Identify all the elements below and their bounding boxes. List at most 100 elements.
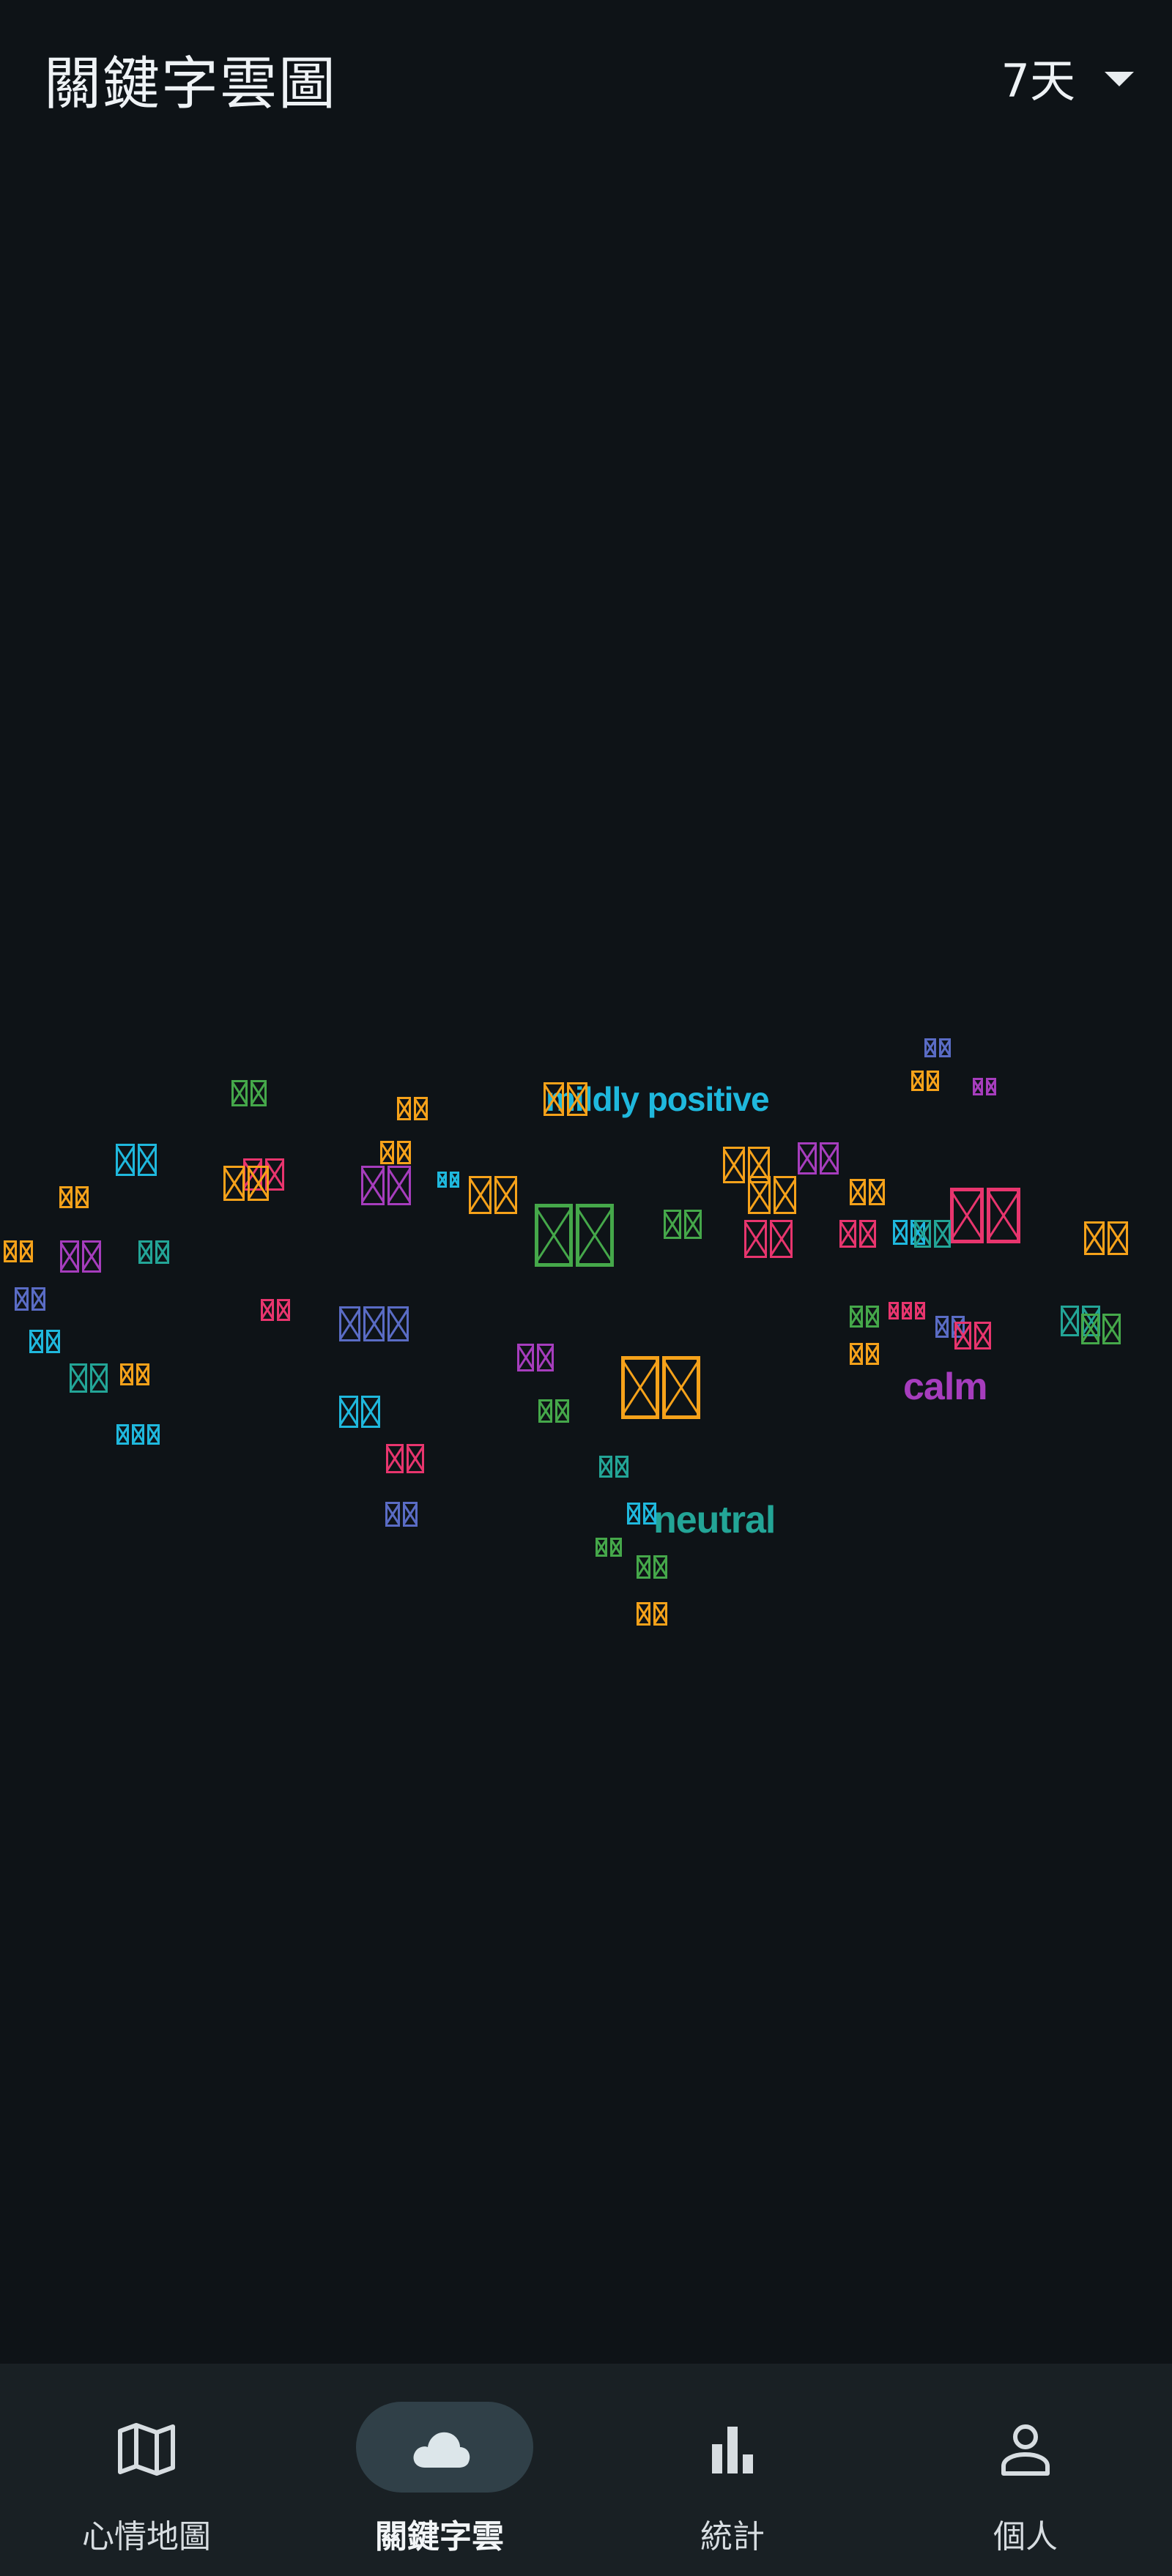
keyword-44[interactable] — [517, 1344, 554, 1371]
keyword-28[interactable] — [1084, 1221, 1128, 1255]
keyword-2[interactable]: calm — [903, 1368, 988, 1406]
keyword-glyph — [147, 1424, 160, 1445]
nav-item-profile[interactable]: 個人 — [879, 2364, 1172, 2576]
keyword-glyph — [75, 1186, 89, 1208]
nav-label: 關鍵字雲 — [375, 2518, 504, 2555]
keyword-43[interactable] — [120, 1363, 149, 1385]
cloud-icon — [413, 2432, 470, 2468]
keyword-8[interactable] — [116, 1144, 157, 1176]
keyword-glyph — [116, 1144, 135, 1176]
keyword-glyph — [4, 1240, 17, 1262]
keyword-glyph — [893, 1220, 908, 1245]
keyword-glyph — [915, 1302, 925, 1319]
keyword-glyph — [596, 1538, 607, 1557]
keyword-11[interactable] — [380, 1141, 411, 1164]
keyword-glyph — [31, 1287, 45, 1311]
keyword-glyph — [138, 1144, 157, 1176]
keyword-glyph — [850, 1179, 866, 1205]
keyword-glyph — [850, 1343, 863, 1365]
keyword-55[interactable] — [637, 1555, 667, 1579]
keyword-glyph — [599, 1456, 612, 1478]
keyword-32[interactable] — [4, 1240, 33, 1262]
keyword-10[interactable] — [397, 1097, 428, 1120]
nav-item-keyword-cloud[interactable]: 關鍵字雲 — [293, 2364, 586, 2576]
keyword-4[interactable] — [911, 1071, 939, 1091]
keyword-52[interactable] — [627, 1503, 656, 1525]
keyword-29[interactable] — [839, 1220, 876, 1248]
keyword-20[interactable] — [469, 1176, 517, 1214]
keyword-glyph — [387, 1166, 411, 1205]
keyword-7[interactable] — [231, 1080, 267, 1106]
keyword-46[interactable] — [850, 1343, 879, 1365]
keyword-19[interactable] — [361, 1166, 411, 1205]
keyword-glyph — [954, 1322, 971, 1350]
nav-item-statistics[interactable]: 統計 — [586, 2364, 879, 2576]
keyword-glyph — [914, 1220, 931, 1248]
keyword-25[interactable] — [744, 1220, 793, 1258]
keyword-glyph — [1102, 1314, 1121, 1344]
keyword-34[interactable] — [339, 1306, 409, 1341]
keyword-21[interactable] — [850, 1179, 885, 1205]
keyword-40[interactable] — [15, 1287, 45, 1311]
keyword-24[interactable] — [664, 1210, 702, 1239]
keyword-glyph — [251, 1080, 267, 1106]
keyword-glyph — [380, 1141, 394, 1164]
keyword-glyph — [29, 1330, 43, 1353]
keyword-30[interactable] — [914, 1220, 951, 1248]
keyword-glyph — [407, 1444, 424, 1473]
keyword-glyph — [469, 1176, 492, 1214]
keyword-glyph — [544, 1082, 564, 1116]
keyword-glyph — [537, 1344, 554, 1371]
keyword-51[interactable] — [599, 1456, 628, 1478]
keyword-36[interactable] — [889, 1302, 925, 1319]
keyword-16[interactable] — [60, 1240, 101, 1273]
keyword-17[interactable] — [138, 1240, 169, 1264]
keyword-41[interactable] — [29, 1330, 60, 1353]
keyword-35[interactable] — [850, 1306, 879, 1328]
time-range-dropdown[interactable]: 7天 — [1001, 44, 1134, 110]
dropdown-arrow-icon — [1105, 72, 1134, 86]
keyword-14[interactable] — [798, 1142, 839, 1175]
keyword-42[interactable] — [70, 1363, 108, 1393]
keyword-18[interactable] — [223, 1166, 269, 1201]
keyword-49[interactable] — [385, 1502, 418, 1527]
keyword-45[interactable] — [538, 1399, 569, 1423]
keyword-glyph — [403, 1502, 418, 1527]
keyword-glyph — [684, 1210, 702, 1239]
keyword-22[interactable] — [748, 1176, 796, 1214]
keyword-glyph — [339, 1396, 358, 1428]
keyword-glyph — [277, 1299, 290, 1321]
keyword-glyph — [15, 1287, 29, 1311]
keyword-48[interactable] — [386, 1444, 424, 1473]
keyword-glyph — [567, 1082, 587, 1116]
keyword-glyph — [70, 1363, 87, 1393]
keyword-56[interactable] — [637, 1602, 667, 1626]
keyword-54[interactable] — [116, 1424, 160, 1445]
keyword-5[interactable] — [924, 1038, 951, 1057]
keyword-33[interactable] — [261, 1299, 290, 1321]
keyword-glyph — [339, 1306, 360, 1341]
keyword-glyph — [397, 1141, 411, 1164]
page-title: 關鍵字雲圖 — [44, 51, 338, 117]
keyword-57[interactable] — [544, 1082, 587, 1116]
keyword-47[interactable] — [339, 1396, 380, 1428]
keyword-15[interactable] — [59, 1186, 89, 1208]
keyword-glyph — [136, 1363, 149, 1385]
keyword-glyph — [535, 1204, 573, 1267]
keyword-glyph — [869, 1179, 885, 1205]
keyword-glyph — [798, 1142, 817, 1175]
keyword-38[interactable] — [954, 1322, 991, 1350]
keyword-6[interactable] — [973, 1078, 996, 1095]
keyword-glyph — [664, 1210, 681, 1239]
keyword-27[interactable] — [950, 1188, 1020, 1243]
keyword-50[interactable] — [621, 1356, 700, 1419]
keyword-23[interactable] — [535, 1204, 614, 1267]
nav-item-mood-map[interactable]: 心情地圖 — [0, 2364, 293, 2576]
keyword-3[interactable]: neutral — [653, 1501, 776, 1539]
keyword-39[interactable] — [1081, 1314, 1121, 1344]
keyword-glyph — [576, 1204, 614, 1267]
keyword-glyph — [223, 1166, 245, 1201]
keyword-53[interactable] — [596, 1538, 622, 1557]
keyword-12[interactable] — [437, 1172, 459, 1188]
keyword-glyph — [637, 1602, 650, 1626]
